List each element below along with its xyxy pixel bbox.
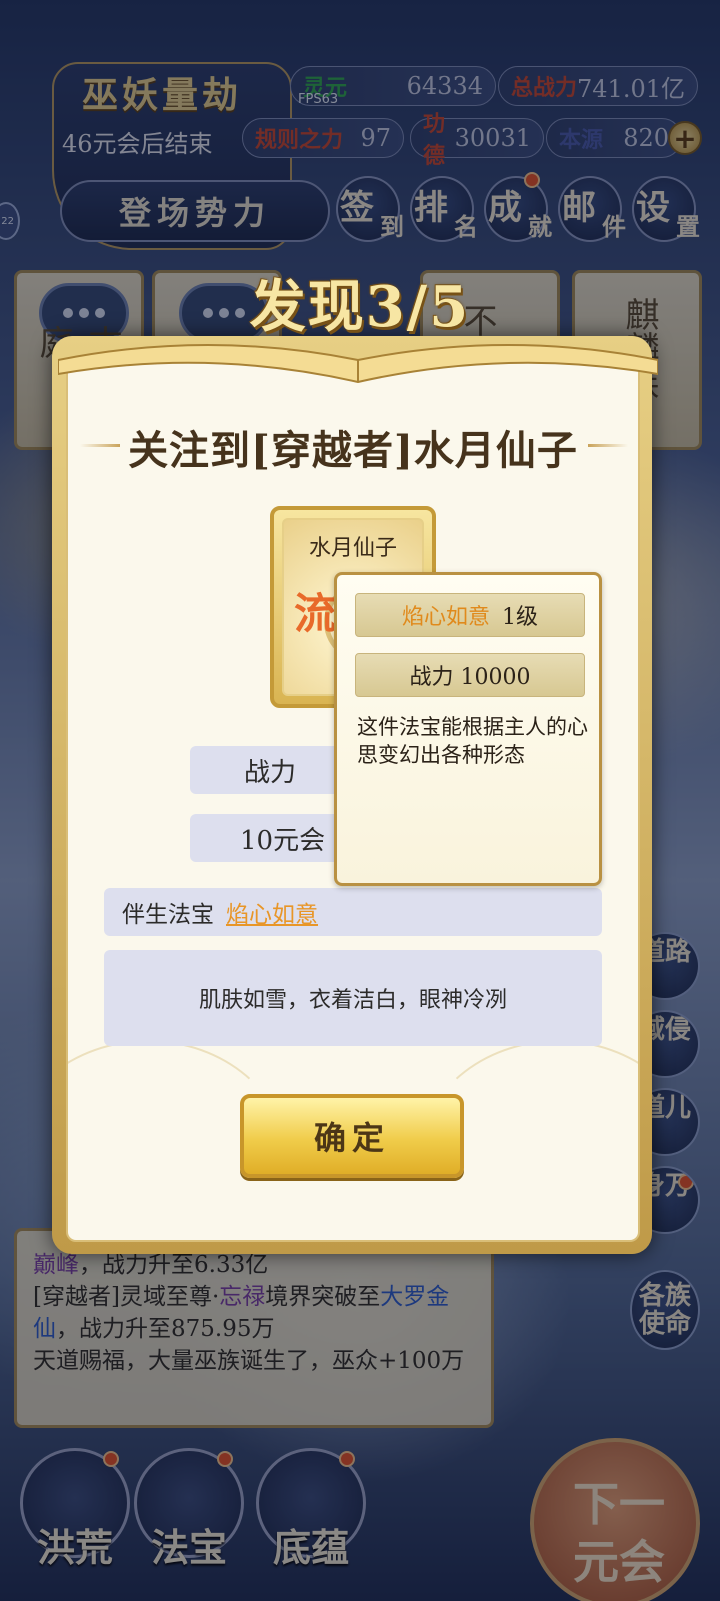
tooltip-name-bar: 焰心如意 1级 [355,593,585,637]
modal-heading: 关注到[穿越者]水月仙子 [128,427,578,474]
treasure-link[interactable]: 焰心如意 [226,895,318,929]
treasure-label: 伴生法宝 [122,902,214,928]
character-card-tier: 流 [294,589,337,638]
discover-title: 发现3/5 [249,274,471,340]
power-row: 战力 [190,746,350,794]
tooltip-power: 战力 10000 [409,665,531,690]
confirm-button[interactable]: 确定 [240,1094,464,1178]
power-label: 战力 [243,757,296,788]
character-card-name: 水月仙子 [308,536,397,561]
treasure-row: 伴生法宝 焰心如意 [104,888,602,936]
treasure-tooltip: 焰心如意 1级 战力 10000 这件法宝能根据主人的心思变幻出各种形态 [334,572,602,886]
tooltip-description: 这件法宝能根据主人的心思变幻出各种形态 [357,715,588,767]
tooltip-treasure-name: 焰心如意 [401,605,490,630]
tooltip-power-bar: 战力 10000 [355,653,585,697]
tooltip-level: 1级 [502,605,538,630]
character-description: 肌肤如雪，衣着洁白，眼神冷冽 [104,950,602,1046]
era-row: 10元会 [190,814,350,862]
era-label: 10元会 [240,825,326,856]
